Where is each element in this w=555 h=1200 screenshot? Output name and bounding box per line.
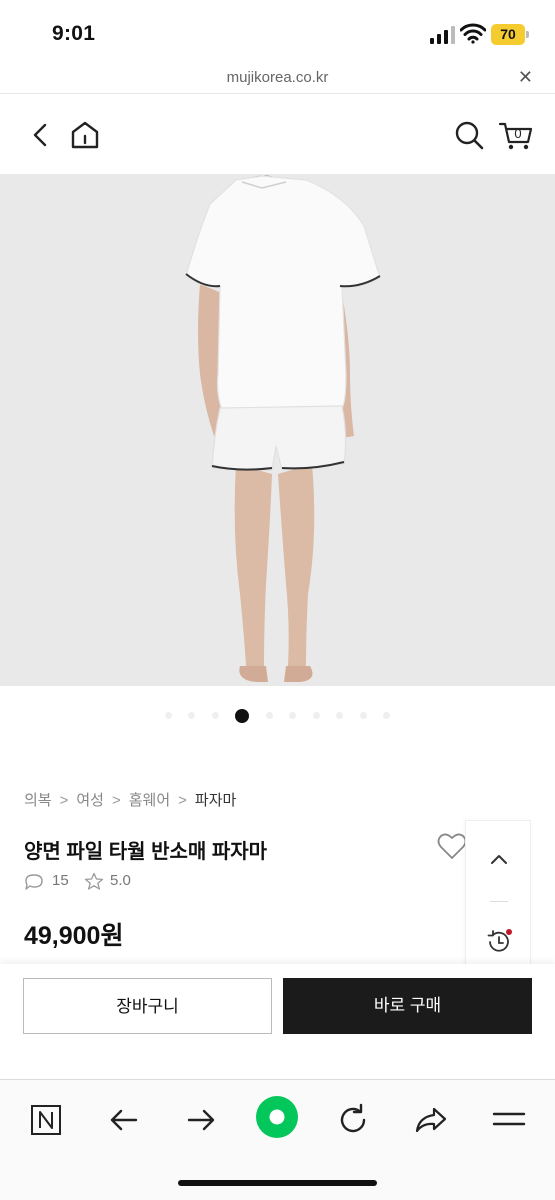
breadcrumb-current[interactable]: 파자마	[195, 789, 236, 810]
chevron-left-icon[interactable]	[24, 118, 58, 152]
gallery-dot[interactable]	[289, 712, 297, 720]
status-time: 9:01	[52, 22, 96, 45]
battery-nub	[526, 31, 529, 38]
breadcrumb-item[interactable]: 의복	[24, 789, 52, 810]
gallery-dot[interactable]	[188, 712, 196, 720]
comment-icon	[25, 874, 43, 890]
gallery-pagination[interactable]	[0, 707, 555, 723]
add-to-cart-button[interactable]: 장바구니	[23, 978, 272, 1034]
url-text[interactable]: mujikorea.co.kr	[0, 69, 555, 86]
refresh-icon[interactable]	[333, 1100, 373, 1140]
search-icon[interactable]	[452, 118, 486, 152]
battery-indicator: 70	[491, 24, 525, 45]
home-icon[interactable]	[68, 118, 102, 152]
buy-now-button[interactable]: 바로 구매	[283, 978, 532, 1034]
share-icon[interactable]	[411, 1100, 451, 1140]
cart-count: 0	[514, 126, 521, 141]
signal-icon	[430, 26, 455, 44]
arrow-left-icon[interactable]	[104, 1100, 144, 1140]
floating-side-panel	[465, 820, 531, 970]
status-bar: 9:01 70	[0, 0, 555, 64]
breadcrumb-separator: >	[178, 792, 187, 809]
url-bar[interactable]: mujikorea.co.kr ✕	[0, 64, 555, 94]
star-icon	[84, 872, 104, 890]
home-indicator[interactable]	[178, 1180, 377, 1186]
gallery-dot[interactable]	[312, 712, 320, 720]
breadcrumb-item[interactable]: 여성	[76, 789, 104, 810]
rating-value: 5.0	[110, 872, 131, 889]
wifi-icon	[460, 23, 486, 44]
arrow-right-icon[interactable]	[181, 1100, 221, 1140]
product-image[interactable]	[0, 174, 555, 686]
breadcrumb-item[interactable]: 홈웨어	[129, 789, 170, 810]
menu-icon[interactable]	[489, 1100, 529, 1140]
product-price: 49,900원	[24, 922, 124, 950]
gallery-dot[interactable]	[383, 712, 391, 720]
gallery-dot[interactable]	[164, 712, 172, 720]
purchase-bar: 장바구니 바로 구매	[0, 964, 555, 1078]
side-divider	[490, 901, 508, 902]
gallery-dot[interactable]	[211, 712, 219, 720]
gallery-dot[interactable]	[336, 712, 344, 720]
green-dot-icon[interactable]	[255, 1095, 299, 1139]
product-title: 양면 파일 타월 반소매 파자마	[24, 841, 268, 863]
recent-history-icon[interactable]	[484, 927, 514, 957]
breadcrumb: 의복 > 여성 > 홈웨어 > 파자마	[24, 789, 236, 810]
gallery-dot[interactable]	[359, 712, 367, 720]
cart-icon[interactable]: 0	[498, 118, 534, 152]
gallery-dot[interactable]	[265, 712, 273, 720]
gallery-dot-active[interactable]	[235, 708, 250, 723]
naver-n-icon[interactable]	[26, 1100, 66, 1140]
chevron-up-icon[interactable]	[488, 851, 510, 867]
breadcrumb-separator: >	[111, 792, 121, 809]
close-icon[interactable]: ✕	[518, 68, 533, 86]
breadcrumb-separator: >	[59, 792, 69, 809]
site-header: 0	[0, 96, 555, 174]
review-count[interactable]: 15	[52, 872, 69, 889]
heart-icon[interactable]	[437, 832, 467, 860]
product-photo	[0, 174, 555, 686]
